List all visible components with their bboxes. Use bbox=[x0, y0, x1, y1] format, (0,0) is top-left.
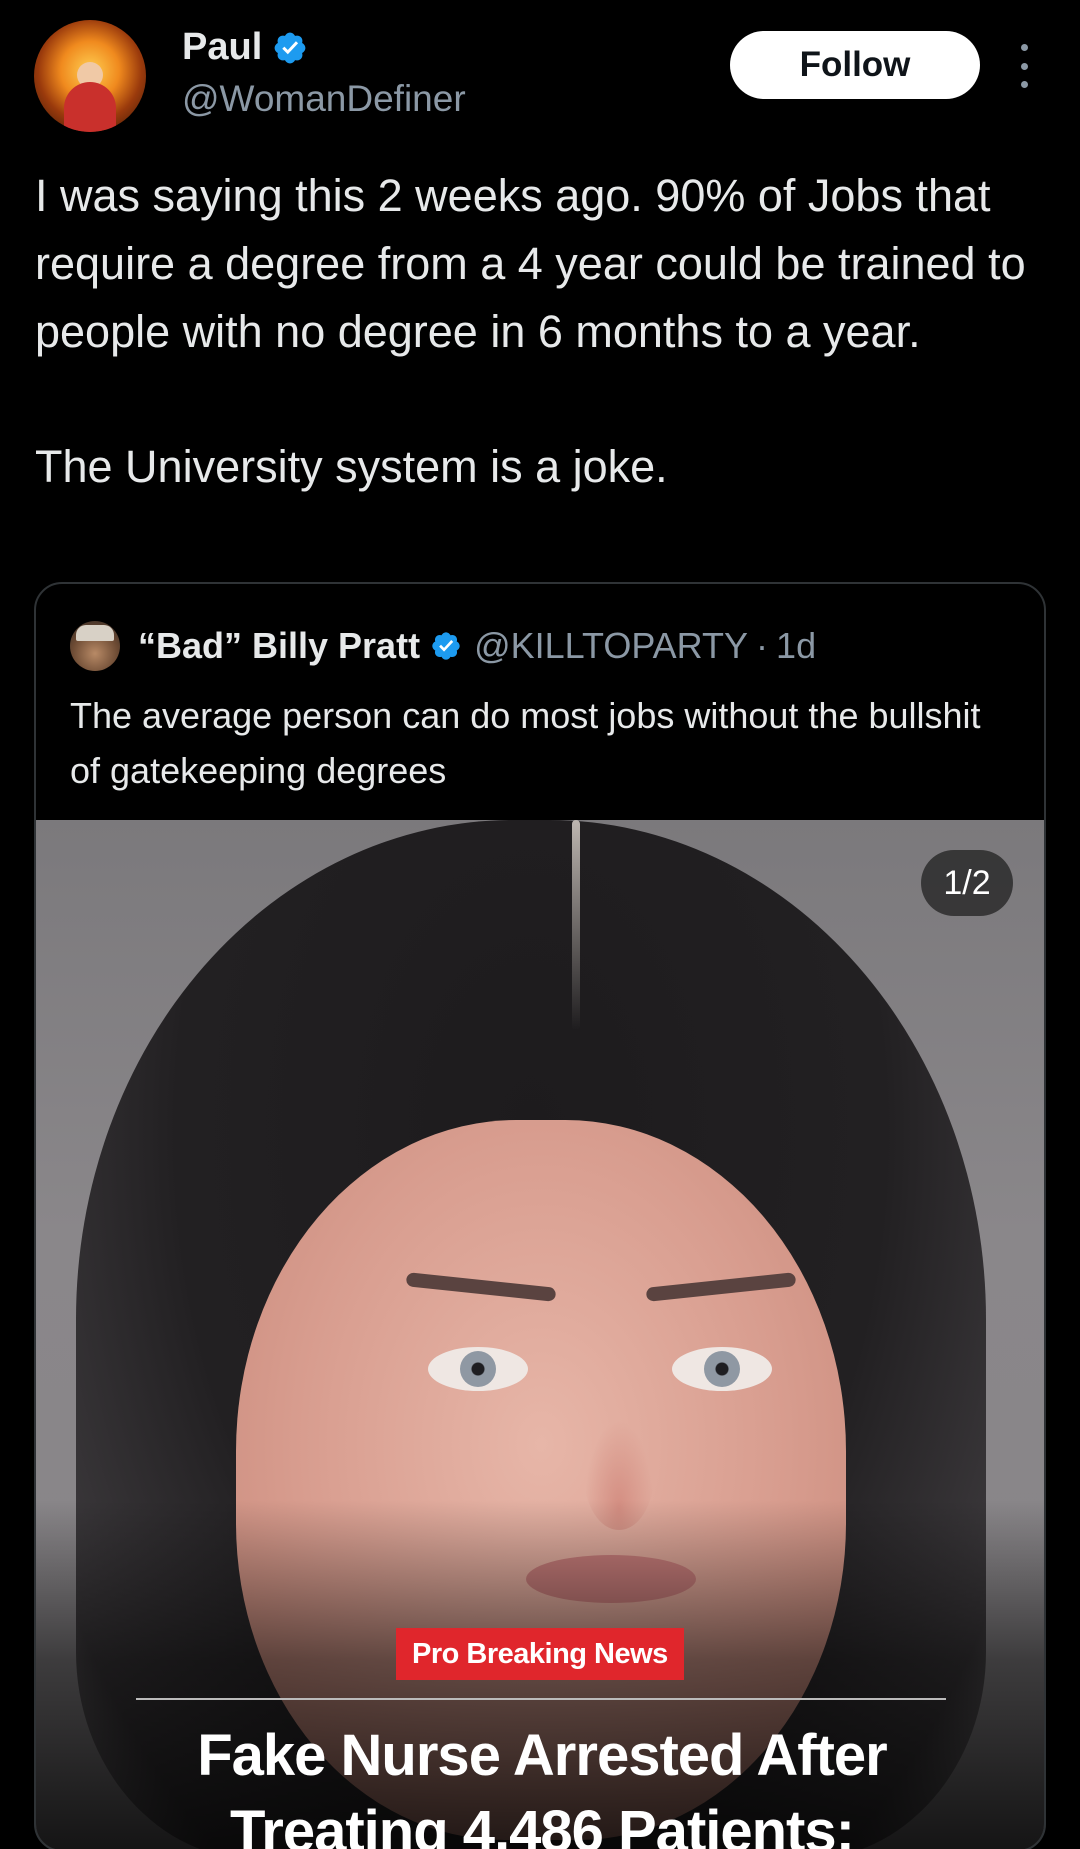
photo-right-eye bbox=[672, 1347, 772, 1391]
photo-hair-part bbox=[572, 820, 580, 1030]
post-header: Paul @WomanDefiner Follow bbox=[0, 0, 1080, 140]
headline-line-2: Treating 4,486 Patients; bbox=[230, 1799, 855, 1849]
photo-left-eye bbox=[428, 1347, 528, 1391]
news-headline: Fake Nurse Arrested After Treating 4,486… bbox=[36, 1718, 1044, 1849]
more-vertical-icon[interactable] bbox=[1012, 44, 1036, 88]
headline-line-1: Fake Nurse Arrested After bbox=[197, 1723, 888, 1788]
time-separator: · bbox=[756, 625, 769, 666]
quoted-author-name: “Bad” Billy Pratt bbox=[138, 625, 421, 666]
quoted-post-time: 1d bbox=[776, 625, 817, 666]
headline-divider bbox=[136, 1698, 946, 1700]
verified-badge-icon bbox=[432, 632, 460, 660]
avatar-figure bbox=[64, 82, 116, 132]
quoted-post-header: “Bad” Billy Pratt @KILLTOPARTY · 1d bbox=[70, 618, 816, 674]
avatar-hat bbox=[76, 625, 114, 641]
post-paragraph-2: The University system is a joke. bbox=[35, 441, 668, 492]
post-paragraph-1: I was saying this 2 weeks ago. 90% of Jo… bbox=[35, 170, 1026, 357]
verified-badge-icon bbox=[274, 32, 306, 63]
breaking-news-badge: Pro Breaking News bbox=[396, 1628, 684, 1680]
quoted-post-text: The average person can do most jobs with… bbox=[70, 695, 981, 791]
post-body: I was saying this 2 weeks ago. 90% of Jo… bbox=[35, 162, 1055, 501]
follow-button[interactable]: Follow bbox=[730, 31, 980, 99]
quoted-post-card[interactable]: “Bad” Billy Pratt @KILLTOPARTY · 1d The … bbox=[34, 582, 1046, 1849]
author-handle[interactable]: @WomanDefiner bbox=[182, 78, 466, 120]
quoted-post-media[interactable]: 1/2 Pro Breaking News Fake Nurse Arreste… bbox=[36, 820, 1044, 1849]
media-counter-badge: 1/2 bbox=[921, 850, 1013, 916]
author-name-row[interactable]: Paul bbox=[182, 26, 308, 69]
author-name[interactable]: Paul bbox=[182, 26, 262, 69]
quoted-author-handle: @KILLTOPARTY bbox=[474, 625, 749, 666]
quoted-author-avatar bbox=[70, 621, 120, 671]
author-avatar[interactable] bbox=[34, 20, 146, 132]
